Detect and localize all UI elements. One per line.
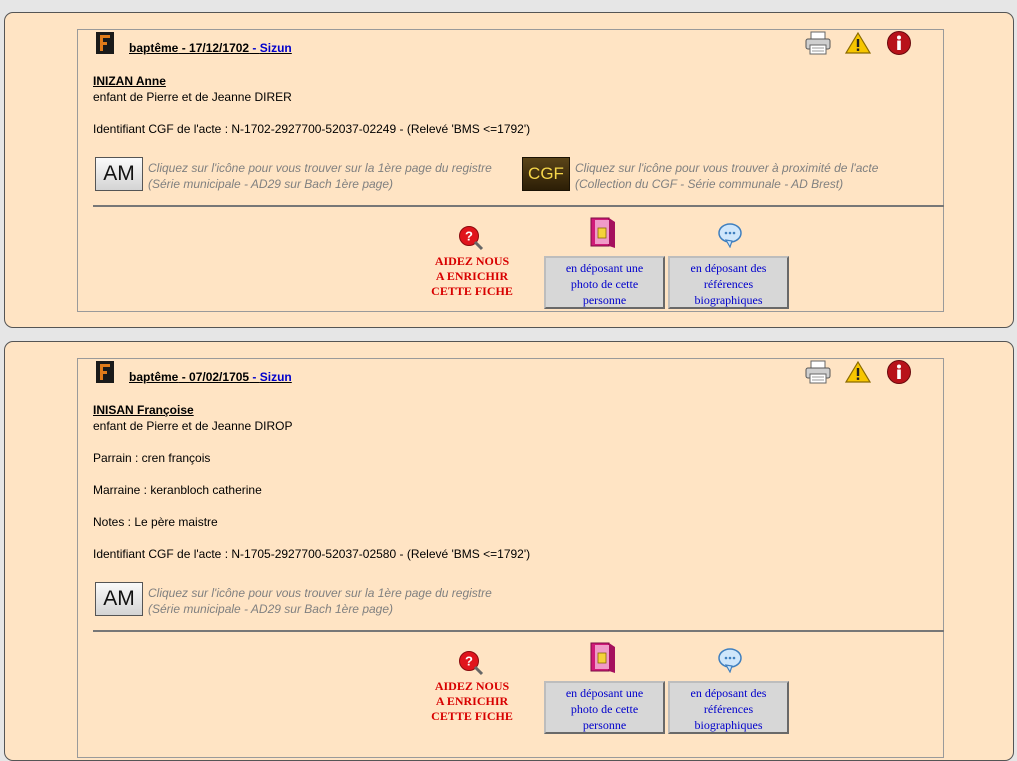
cgf-collection-button[interactable]: CGF: [522, 157, 570, 191]
am-hint: Cliquez sur l'icône pour vous trouver su…: [148, 160, 492, 192]
button-line: références: [703, 277, 754, 291]
notes-text: Notes : Le père maistre: [93, 515, 218, 529]
help-icon[interactable]: ?: [458, 650, 484, 676]
am-hint-line: (Série municipale - AD29 sur Bach 1ère p…: [148, 177, 394, 191]
button-line: personne: [582, 293, 627, 307]
record-date: 07/02/1705: [189, 370, 250, 384]
cgf-hint-line: Cliquez sur l'icône pour vous trouver à …: [575, 161, 879, 175]
button-line: photo de cette: [570, 702, 639, 716]
button-line: en déposant une: [565, 686, 644, 700]
help-icon[interactable]: ?: [458, 225, 484, 251]
heading-separator: -: [249, 41, 260, 55]
warning-icon[interactable]: [845, 31, 871, 55]
button-line: biographiques: [694, 293, 763, 307]
add-photo-button[interactable]: en déposant une photo de cette personne: [544, 681, 665, 734]
cgf-hint-line: (Collection du CGF - Série communale - A…: [575, 177, 844, 191]
record-date: 17/12/1702: [189, 41, 250, 55]
am-hint-line: (Série municipale - AD29 sur Bach 1ère p…: [148, 602, 394, 616]
parrain-text: Parrain : cren françois: [93, 451, 211, 465]
person-name[interactable]: INISAN Françoise: [93, 403, 194, 417]
svg-text:?: ?: [465, 229, 473, 244]
help-line: A ENRICHIR: [435, 694, 509, 708]
parents-text: enfant de Pierre et de Jeanne DIROP: [93, 419, 293, 433]
am-hint-line: Cliquez sur l'icône pour vous trouver su…: [148, 586, 492, 600]
add-references-button[interactable]: en déposant des références biographiques: [668, 681, 789, 734]
record-panel-1: baptême - 17/12/1702 - Sizun INIZAN Anne…: [77, 29, 944, 312]
help-line: AIDEZ NOUS: [434, 254, 510, 268]
button-line: en déposant des: [690, 686, 767, 700]
record-panel-2: baptême - 07/02/1705 - Sizun INISAN Fran…: [77, 358, 944, 758]
record-type: baptême: [129, 370, 179, 384]
add-references-button[interactable]: en déposant des références biographiques: [668, 256, 789, 309]
button-line: en déposant des: [690, 261, 767, 275]
help-line: CETTE FICHE: [431, 709, 513, 723]
help-line: AIDEZ NOUS: [434, 679, 510, 693]
info-icon[interactable]: [886, 31, 912, 55]
am-hint-line: Cliquez sur l'icône pour vous trouver su…: [148, 161, 492, 175]
cgf-hint: Cliquez sur l'icône pour vous trouver à …: [575, 160, 878, 192]
help-enrich-text: AIDEZ NOUS A ENRICHIR CETTE FICHE: [424, 679, 520, 724]
heading-separator: -: [178, 41, 190, 55]
help-line: A ENRICHIR: [435, 269, 509, 283]
button-line: personne: [582, 718, 627, 732]
record-card-2: baptême - 07/02/1705 - Sizun INISAN Fran…: [4, 341, 1014, 761]
button-line: références: [703, 702, 754, 716]
record-heading: baptême - 07/02/1705 - Sizun: [129, 370, 292, 384]
button-line: photo de cette: [570, 277, 639, 291]
button-line: biographiques: [694, 718, 763, 732]
record-type: baptême: [129, 41, 179, 55]
place-link[interactable]: Sizun: [260, 370, 292, 384]
am-hint: Cliquez sur l'icône pour vous trouver su…: [148, 585, 492, 617]
favicon-icon: [96, 32, 114, 54]
print-icon[interactable]: [805, 31, 831, 55]
record-heading: baptême - 17/12/1702 - Sizun: [129, 41, 292, 55]
book-icon: [590, 217, 615, 248]
marraine-text: Marraine : keranbloch catherine: [93, 483, 262, 497]
print-icon[interactable]: [805, 360, 831, 384]
favicon-icon: [96, 361, 114, 383]
bubble-icon: [718, 648, 742, 673]
help-enrich-text: AIDEZ NOUS A ENRICHIR CETTE FICHE: [424, 254, 520, 299]
bubble-icon: [718, 223, 742, 248]
am-register-button[interactable]: AM: [95, 582, 143, 616]
place-link[interactable]: Sizun: [260, 41, 292, 55]
button-line: en déposant une: [565, 261, 644, 275]
am-register-button[interactable]: AM: [95, 157, 143, 191]
person-name[interactable]: INIZAN Anne: [93, 74, 166, 88]
info-icon[interactable]: [886, 360, 912, 384]
svg-text:?: ?: [465, 654, 473, 669]
heading-separator: -: [178, 370, 190, 384]
divider: [93, 205, 944, 207]
warning-icon[interactable]: [845, 360, 871, 384]
book-icon: [590, 642, 615, 673]
heading-separator: -: [249, 370, 260, 384]
record-card-1: baptême - 17/12/1702 - Sizun INIZAN Anne…: [4, 12, 1014, 328]
help-line: CETTE FICHE: [431, 284, 513, 298]
identifier-text: Identifiant CGF de l'acte : N-1705-29277…: [93, 547, 531, 561]
identifier-text: Identifiant CGF de l'acte : N-1702-29277…: [93, 122, 531, 136]
add-photo-button[interactable]: en déposant une photo de cette personne: [544, 256, 665, 309]
parents-text: enfant de Pierre et de Jeanne DIRER: [93, 90, 292, 104]
divider: [93, 630, 944, 632]
